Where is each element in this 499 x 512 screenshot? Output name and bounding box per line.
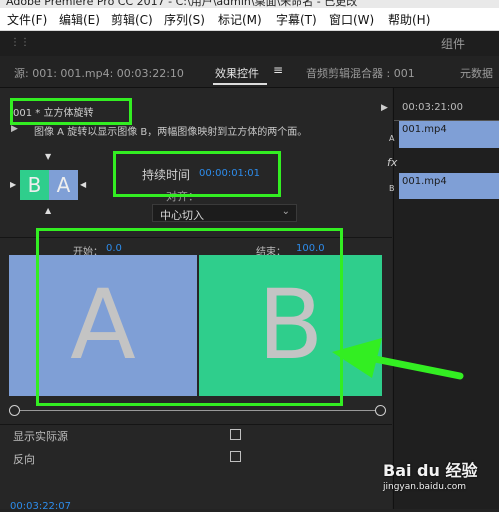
baidu-watermark: Bai du 经验 jingyan.baidu.com <box>383 457 495 497</box>
reverse-label: 反向 <box>13 453 35 466</box>
clip-b-name: 001.mp4 <box>402 176 447 187</box>
menu-help[interactable]: 帮助(H) <box>388 11 430 28</box>
menu-window[interactable]: 窗口(W) <box>329 11 374 28</box>
clip-a-name: 001.mp4 <box>402 124 447 135</box>
menu-edit[interactable]: 编辑(E) <box>59 11 100 28</box>
window-title: Adobe Premiere Pro CC 2017 - C:\用户\admin… <box>6 0 358 8</box>
slider-start-handle[interactable] <box>9 405 20 416</box>
workspace-assembly-tab[interactable]: 组件 <box>441 35 465 52</box>
tab-source[interactable]: 源: 001: 001.mp4: 00:03:22:10 <box>14 65 184 81</box>
menu-sequence[interactable]: 序列(S) <box>164 11 205 28</box>
track-b-label: B <box>389 184 395 193</box>
timeline-clip-b[interactable]: 001.mp4 <box>399 173 499 199</box>
show-actual-sources-checkbox[interactable] <box>230 429 241 440</box>
fx-icon: fx <box>387 156 398 169</box>
annotation-box-duration <box>113 151 281 197</box>
thumbnail-a: A <box>49 170 78 200</box>
annotation-box-effect-name <box>10 98 132 125</box>
arrow-top-icon[interactable]: ▼ <box>45 152 51 161</box>
effect-description: 图像 A 旋转以显示图像 B，两幅图像映射到立方体的两个面。 <box>34 127 308 138</box>
arrow-left-icon[interactable]: ▶ <box>10 180 16 189</box>
panel-tabs: 源: 001: 001.mp4: 00:03:22:10 效果控件 ≡ 音频剪辑… <box>0 57 499 88</box>
reverse-checkbox[interactable] <box>230 451 241 462</box>
watermark-brand: Bai du 经验 <box>383 461 478 480</box>
menu-clip[interactable]: 剪辑(C) <box>111 11 153 28</box>
menu-title[interactable]: 字幕(T) <box>276 11 317 28</box>
divider <box>0 424 392 425</box>
footer-timecode: 00:03:22:07 <box>10 501 72 512</box>
annotation-box-preview <box>36 228 343 406</box>
play-transition-icon[interactable]: ▶ <box>11 124 18 134</box>
panel-menu-icon[interactable]: ≡ <box>273 63 283 77</box>
menu-file[interactable]: 文件(F) <box>7 11 47 28</box>
thumbnail-b: B <box>20 170 49 200</box>
show-actual-sources-label: 显示实际源 <box>13 430 68 443</box>
menu-marker[interactable]: 标记(M) <box>218 11 262 28</box>
arrow-bottom-icon[interactable]: ▲ <box>45 206 51 215</box>
tab-metadata[interactable]: 元数据 <box>460 65 493 81</box>
arrow-right-icon[interactable]: ◀ <box>80 180 86 189</box>
timeline-timecode: 00:03:21:00 <box>402 102 464 113</box>
slider-end-handle[interactable] <box>375 405 386 416</box>
watermark-url: jingyan.baidu.com <box>383 482 467 492</box>
timeline-play-icon[interactable]: ▶ <box>381 103 388 113</box>
alignment-value: 中心切入 <box>160 209 204 222</box>
mini-timeline: ▶ 00:03:21:00 A 001.mp4 fx B 001.mp4 <box>381 88 499 509</box>
workspace-grip-icon: ⋮⋮ <box>10 37 30 48</box>
tab-effect-controls[interactable]: 效果控件 <box>215 65 259 81</box>
window-title-bar: Adobe Premiere Pro CC 2017 - C:\用户\admin… <box>0 0 499 8</box>
alignment-dropdown[interactable]: 中心切入 ⌄ <box>152 204 297 222</box>
workspace-bar: ⋮⋮ 组件 <box>0 31 499 56</box>
timeline-clip-a[interactable]: 001.mp4 <box>399 121 499 148</box>
transition-thumbnail: B A <box>20 170 78 200</box>
menu-bar: 文件(F) 编辑(E) 剪辑(C) 序列(S) 标记(M) 字幕(T) 窗口(W… <box>0 8 499 31</box>
tab-audio-clip-mixer[interactable]: 音频剪辑混合器 : 001 <box>306 65 415 81</box>
annotation-arrow-icon <box>332 338 464 380</box>
active-tab-underline <box>213 83 267 85</box>
track-a-label: A <box>389 134 395 143</box>
transition-slider-track <box>15 410 381 411</box>
chevron-down-icon: ⌄ <box>281 206 290 217</box>
